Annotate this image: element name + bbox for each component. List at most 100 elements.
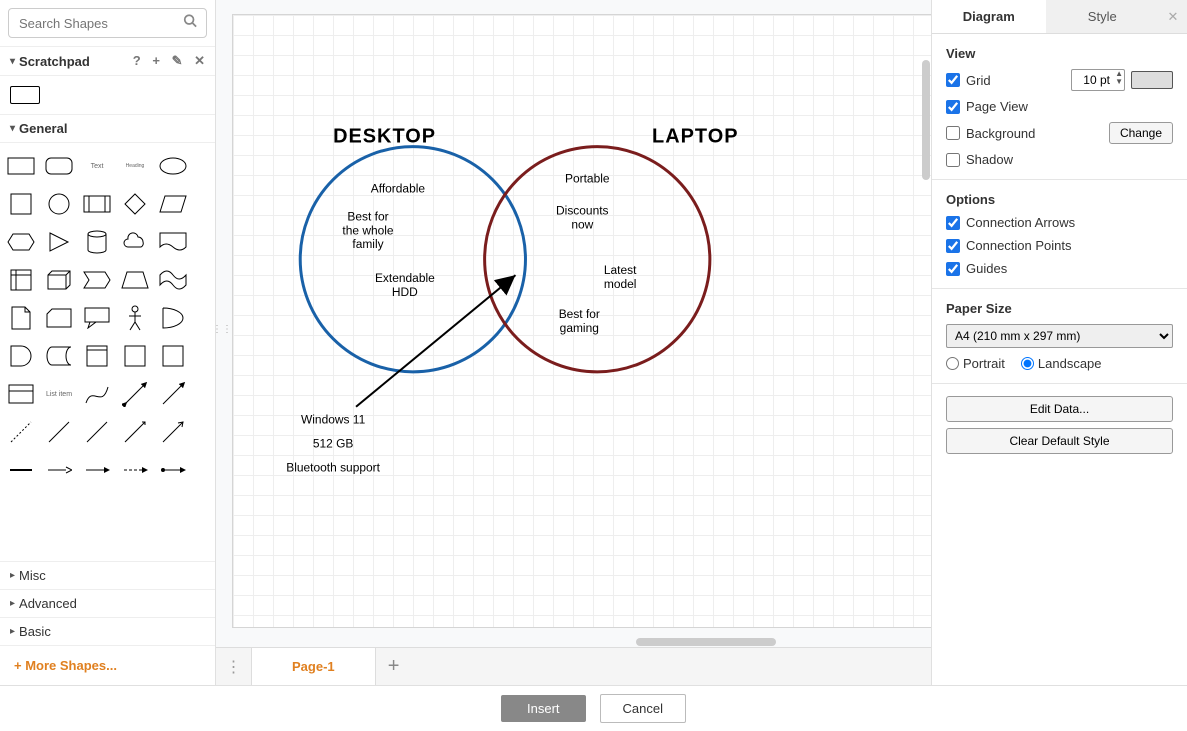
search-shapes-input[interactable] [8,8,207,38]
venn-circle-left[interactable] [300,147,525,372]
shape-rect[interactable] [6,151,36,181]
shape-line[interactable] [44,417,74,447]
shape-dashed-line[interactable] [6,417,36,447]
section-misc[interactable]: ▸ Misc [0,561,215,589]
shape-and[interactable] [6,341,36,371]
shape-internal-storage[interactable] [6,265,36,295]
grid-checkbox[interactable] [946,73,960,87]
close-panel-icon[interactable]: ✕ [1159,0,1187,33]
shape-cube[interactable] [44,265,74,295]
tab-page-1[interactable]: Page-1 [252,648,376,685]
shape-link5[interactable] [158,455,188,485]
general-shapes-grid: Text Heading [0,143,215,493]
shape-square[interactable] [6,189,36,219]
shape-list-item[interactable]: List item [44,379,74,409]
landscape-option[interactable]: Landscape [1021,356,1102,371]
portrait-option[interactable]: Portrait [946,356,1005,371]
tab-style[interactable]: Style [1046,0,1160,33]
diagram-paper[interactable]: DESKTOP LAPTOP Affordable Best for the w… [232,14,931,628]
shape-tape[interactable] [158,265,188,295]
grid-label: Grid [966,73,1065,88]
scratchpad-shape[interactable] [10,86,40,104]
shape-circle[interactable] [44,189,74,219]
right-item-portable: Portable [565,171,610,185]
landscape-radio[interactable] [1021,357,1034,370]
shape-list[interactable] [6,379,36,409]
shape-cloud[interactable] [120,227,150,257]
shape-diamond[interactable] [120,189,150,219]
scratchpad-title: Scratchpad [19,54,90,69]
canvas-hscroll-thumb[interactable] [636,638,776,646]
shape-link1[interactable] [6,455,36,485]
shape-heading[interactable]: Heading [120,151,150,181]
clear-default-style-button[interactable]: Clear Default Style [946,428,1173,454]
conn-arrows-label: Connection Arrows [966,215,1173,230]
sheet-tab-bar: ⋮ Page-1 + [216,647,931,685]
scratchpad-edit-icon[interactable]: ✎ [172,53,183,68]
conn-points-checkbox[interactable] [946,239,960,253]
paper-size-select[interactable]: A4 (210 mm x 297 mm) [946,324,1173,348]
section-advanced[interactable]: ▸ Advanced [0,589,215,617]
scratchpad-body[interactable] [0,76,215,114]
general-header[interactable]: ▾ General [0,114,215,143]
guides-checkbox[interactable] [946,262,960,276]
section-misc-label: Misc [19,568,46,583]
shape-hexagon[interactable] [6,227,36,257]
overlap-item-bluetooth: Bluetooth support [286,461,380,475]
shape-text[interactable]: Text [82,151,112,181]
shape-note[interactable] [6,303,36,333]
shape-document[interactable] [158,227,188,257]
shape-container3[interactable] [158,341,188,371]
section-basic[interactable]: ▸ Basic [0,617,215,645]
grid-stepper-icon[interactable]: ▲▼ [1115,70,1123,86]
shape-data-storage[interactable] [44,341,74,371]
pageview-checkbox[interactable] [946,100,960,114]
shape-curve[interactable] [82,379,112,409]
insert-button[interactable]: Insert [501,695,586,722]
shape-trapezoid[interactable] [120,265,150,295]
shape-container[interactable] [82,341,112,371]
shape-open-arrow[interactable] [158,417,188,447]
shape-link2[interactable] [44,455,74,485]
shadow-checkbox[interactable] [946,153,960,167]
background-change-button[interactable]: Change [1109,122,1173,144]
shape-actor[interactable] [120,303,150,333]
more-shapes-button[interactable]: + More Shapes... [0,645,215,685]
edit-data-button[interactable]: Edit Data... [946,396,1173,422]
cancel-button[interactable]: Cancel [600,694,686,723]
shape-line2[interactable] [82,417,112,447]
left-item-family-1: Best for [347,209,388,223]
shape-ellipse[interactable] [158,151,188,181]
scratchpad-header[interactable]: ▾ Scratchpad ? + ✎ ✕ [0,46,215,76]
shape-card[interactable] [44,303,74,333]
shape-link4[interactable] [120,455,150,485]
portrait-radio[interactable] [946,357,959,370]
shape-parallelogram[interactable] [158,189,188,219]
shape-thin-arrow[interactable] [120,417,150,447]
shape-round-rect[interactable] [44,151,74,181]
background-checkbox[interactable] [946,126,960,140]
conn-arrows-checkbox[interactable] [946,216,960,230]
tab-add-button[interactable]: + [376,648,412,685]
split-handle-icon[interactable]: ⋮⋮ [216,324,232,335]
shape-bidir-arrow[interactable] [120,379,150,409]
shape-or[interactable] [158,303,188,333]
scratchpad-add-icon[interactable]: + [152,53,160,68]
shape-step[interactable] [82,265,112,295]
scratchpad-close-icon[interactable]: ✕ [194,53,205,68]
shape-container2[interactable] [120,341,150,371]
scratchpad-help-icon[interactable]: ? [133,53,141,68]
tab-diagram[interactable]: Diagram [932,0,1046,33]
shape-triangle[interactable] [44,227,74,257]
tab-menu-button[interactable]: ⋮ [216,648,252,685]
canvas-vscroll-thumb[interactable] [922,60,930,180]
guides-label: Guides [966,261,1173,276]
grid-color-swatch[interactable] [1131,71,1173,89]
shape-link3[interactable] [82,455,112,485]
shape-arrow[interactable] [158,379,188,409]
venn-title-right: LAPTOP [652,126,738,148]
shape-callout[interactable] [82,303,112,333]
shape-cylinder[interactable] [82,227,112,257]
section-basic-label: Basic [19,624,51,639]
shape-process[interactable] [82,189,112,219]
